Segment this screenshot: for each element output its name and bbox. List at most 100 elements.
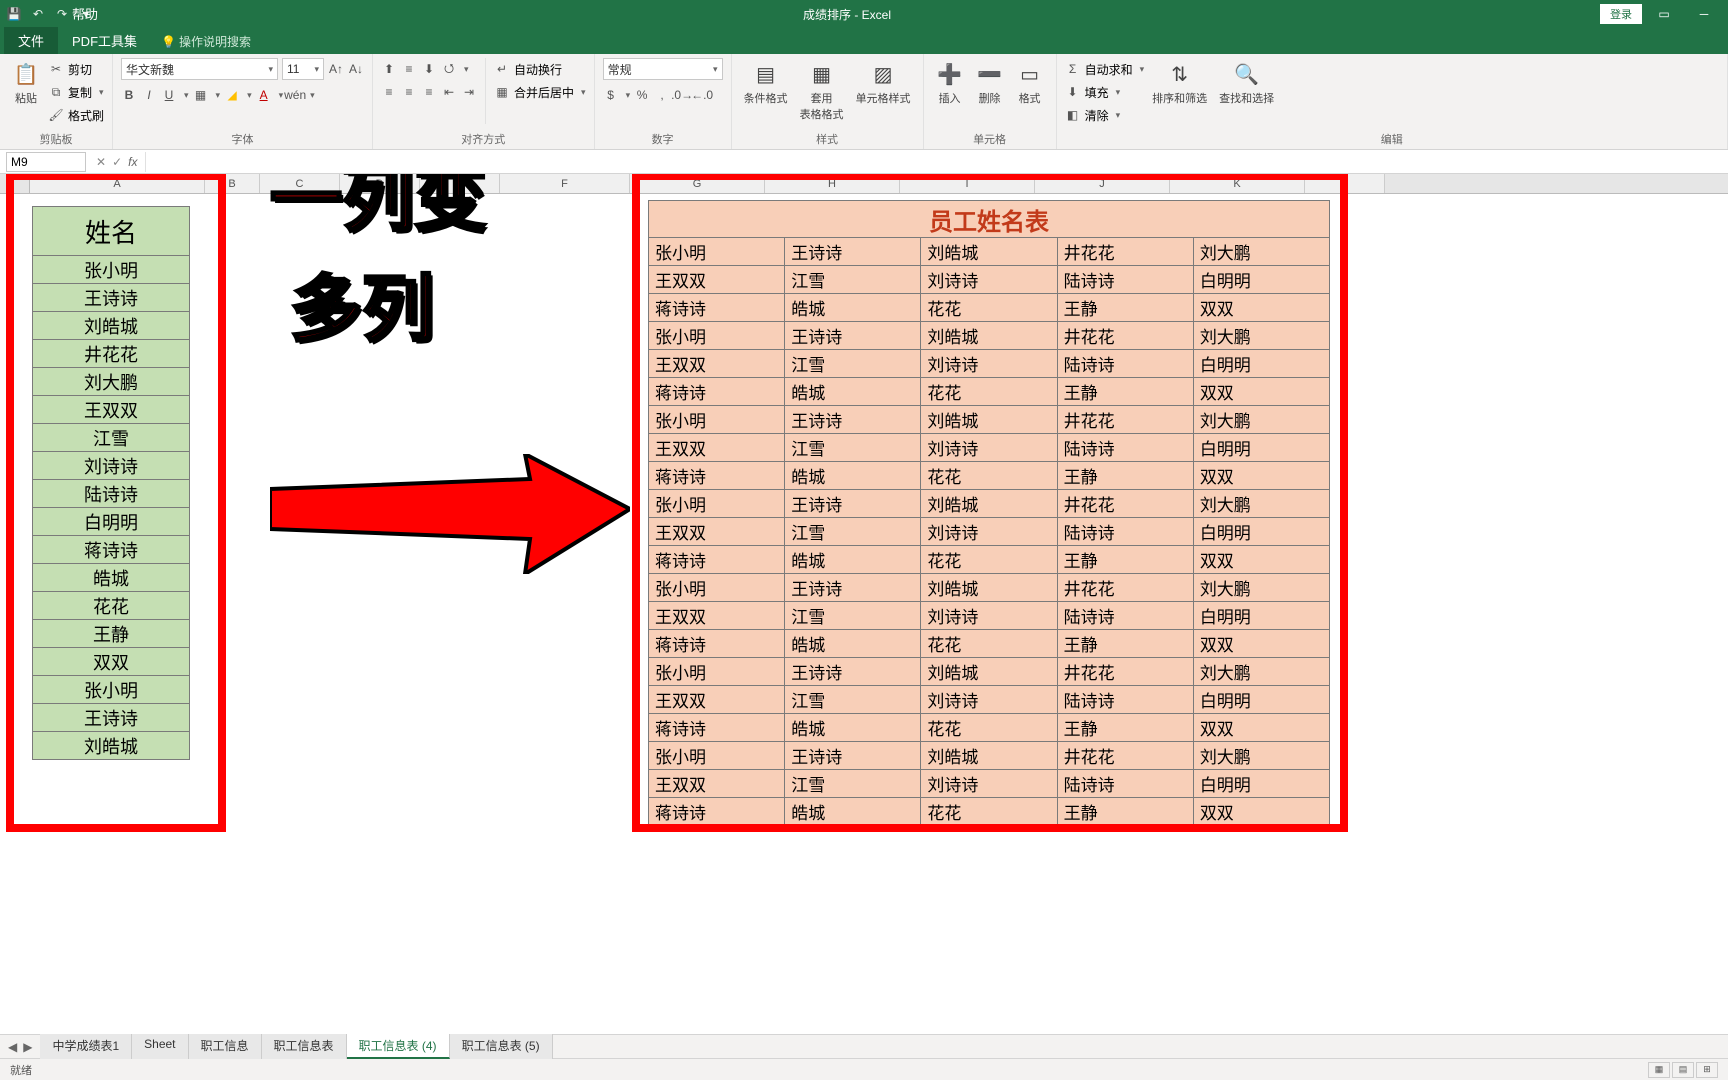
source-header[interactable]: 姓名 bbox=[32, 206, 190, 256]
result-cell[interactable]: 刘诗诗 bbox=[921, 602, 1057, 630]
format-cells-button[interactable]: ▭格式 bbox=[1012, 58, 1048, 108]
cell-styles-button[interactable]: ▨单元格样式 bbox=[852, 58, 915, 108]
result-cell[interactable]: 王诗诗 bbox=[785, 658, 921, 686]
result-cell[interactable]: 刘诗诗 bbox=[921, 686, 1057, 714]
delete-cells-button[interactable]: ➖删除 bbox=[972, 58, 1008, 108]
result-cell[interactable]: 刘大鹏 bbox=[1194, 658, 1330, 686]
result-cell[interactable]: 张小明 bbox=[648, 406, 785, 434]
inc-decimal-icon[interactable]: .0→ bbox=[674, 87, 690, 103]
result-cell[interactable]: 皓城 bbox=[785, 546, 921, 574]
result-cell[interactable]: 王静 bbox=[1058, 714, 1194, 742]
sheet-tab[interactable]: 职工信息表 (4) bbox=[347, 1034, 450, 1059]
result-cell[interactable]: 皓城 bbox=[785, 462, 921, 490]
select-all-corner[interactable] bbox=[0, 174, 30, 193]
result-cell[interactable]: 刘诗诗 bbox=[921, 518, 1057, 546]
result-cell[interactable]: 江雪 bbox=[785, 602, 921, 630]
result-cell[interactable]: 王双双 bbox=[648, 770, 785, 798]
result-cell[interactable]: 白明明 bbox=[1194, 434, 1330, 462]
result-cell[interactable]: 刘皓城 bbox=[921, 238, 1057, 266]
result-cell[interactable]: 花花 bbox=[921, 546, 1057, 574]
sheet-nav-prev-icon[interactable]: ◀ bbox=[8, 1040, 17, 1054]
increase-font-icon[interactable]: A↑ bbox=[328, 61, 344, 77]
result-cell[interactable]: 张小明 bbox=[648, 742, 785, 770]
result-cell[interactable]: 双双 bbox=[1194, 294, 1330, 322]
result-cell[interactable]: 陆诗诗 bbox=[1058, 770, 1194, 798]
result-cell[interactable]: 皓城 bbox=[785, 714, 921, 742]
result-cell[interactable]: 王诗诗 bbox=[785, 238, 921, 266]
result-cell[interactable]: 皓城 bbox=[785, 378, 921, 406]
cancel-icon[interactable]: ✕ bbox=[96, 155, 106, 169]
result-cell[interactable]: 刘皓城 bbox=[921, 406, 1057, 434]
result-cell[interactable]: 刘大鹏 bbox=[1194, 490, 1330, 518]
font-size-combo[interactable]: 11▾ bbox=[282, 58, 324, 80]
merge-center-button[interactable]: ▦合并后居中▾ bbox=[494, 81, 586, 103]
ribbon-display-icon[interactable]: ▭ bbox=[1646, 0, 1682, 28]
col-header-I[interactable]: I bbox=[900, 174, 1035, 193]
insert-cells-button[interactable]: ➕插入 bbox=[932, 58, 968, 108]
col-header-A[interactable]: A bbox=[30, 174, 205, 193]
orientation-icon[interactable]: ⭯ bbox=[441, 61, 457, 77]
align-top-icon[interactable]: ⬆ bbox=[381, 61, 397, 77]
result-cell[interactable]: 双双 bbox=[1194, 630, 1330, 658]
autosum-button[interactable]: Σ自动求和▾ bbox=[1065, 58, 1145, 80]
copy-button[interactable]: ⧉复制▾ bbox=[48, 81, 104, 103]
fill-button[interactable]: ⬇填充▾ bbox=[1065, 81, 1145, 103]
result-cell[interactable]: 花花 bbox=[921, 462, 1057, 490]
font-color-icon[interactable]: A bbox=[256, 87, 272, 103]
result-cell[interactable]: 刘大鹏 bbox=[1194, 238, 1330, 266]
paste-button[interactable]: 📋 粘贴 bbox=[8, 58, 44, 108]
phonetic-icon[interactable]: wén bbox=[287, 87, 303, 103]
align-center-icon[interactable]: ≡ bbox=[401, 84, 417, 100]
result-cell[interactable]: 井花花 bbox=[1058, 238, 1194, 266]
result-cell[interactable]: 江雪 bbox=[785, 266, 921, 294]
result-cell[interactable]: 皓城 bbox=[785, 294, 921, 322]
tab-PDF工具集[interactable]: PDF工具集 bbox=[60, 27, 149, 54]
result-cell[interactable]: 王静 bbox=[1058, 798, 1194, 826]
col-header-L[interactable]: L bbox=[1305, 174, 1385, 193]
result-cell[interactable]: 白明明 bbox=[1194, 686, 1330, 714]
result-cell[interactable]: 陆诗诗 bbox=[1058, 602, 1194, 630]
result-cell[interactable]: 王静 bbox=[1058, 294, 1194, 322]
format-as-table-button[interactable]: ▦套用 表格格式 bbox=[796, 58, 848, 124]
source-cell[interactable]: 张小明 bbox=[32, 256, 190, 284]
cut-button[interactable]: ✂剪切 bbox=[48, 58, 104, 80]
source-cell[interactable]: 刘皓城 bbox=[32, 312, 190, 340]
qat-more-icon[interactable]: ▾ bbox=[78, 6, 94, 22]
tell-me-search[interactable]: 💡 操作说明搜索 bbox=[149, 29, 263, 54]
sheet-tab[interactable]: Sheet bbox=[132, 1034, 188, 1059]
result-cell[interactable]: 双双 bbox=[1194, 546, 1330, 574]
result-cell[interactable]: 刘皓城 bbox=[921, 742, 1057, 770]
result-cell[interactable]: 王诗诗 bbox=[785, 322, 921, 350]
sheet-tab[interactable]: 职工信息 bbox=[189, 1034, 262, 1059]
result-cell[interactable]: 皓城 bbox=[785, 798, 921, 826]
sheet-tab[interactable]: 职工信息表 (5) bbox=[450, 1034, 553, 1059]
view-normal-icon[interactable]: ▦ bbox=[1648, 1062, 1670, 1078]
result-cell[interactable]: 蒋诗诗 bbox=[648, 714, 785, 742]
result-cell[interactable]: 刘大鹏 bbox=[1194, 322, 1330, 350]
result-cell[interactable]: 刘大鹏 bbox=[1194, 574, 1330, 602]
result-cell[interactable]: 江雪 bbox=[785, 686, 921, 714]
result-cell[interactable]: 花花 bbox=[921, 714, 1057, 742]
result-cell[interactable]: 江雪 bbox=[785, 434, 921, 462]
conditional-format-button[interactable]: ▤条件格式 bbox=[740, 58, 792, 108]
result-cell[interactable]: 井花花 bbox=[1058, 406, 1194, 434]
result-cell[interactable]: 井花花 bbox=[1058, 658, 1194, 686]
source-cell[interactable]: 王诗诗 bbox=[32, 284, 190, 312]
source-cell[interactable]: 刘大鹏 bbox=[32, 368, 190, 396]
clear-button[interactable]: ◧清除▾ bbox=[1065, 104, 1145, 126]
file-tab[interactable]: 文件 bbox=[4, 27, 58, 54]
result-cell[interactable]: 白明明 bbox=[1194, 602, 1330, 630]
source-cell[interactable]: 王静 bbox=[32, 620, 190, 648]
enter-icon[interactable]: ✓ bbox=[112, 155, 122, 169]
result-cell[interactable]: 刘诗诗 bbox=[921, 434, 1057, 462]
source-cell[interactable]: 陆诗诗 bbox=[32, 480, 190, 508]
result-cell[interactable]: 双双 bbox=[1194, 714, 1330, 742]
result-cell[interactable]: 王双双 bbox=[648, 518, 785, 546]
source-cell[interactable]: 王双双 bbox=[32, 396, 190, 424]
result-cell[interactable]: 井花花 bbox=[1058, 574, 1194, 602]
result-cell[interactable]: 花花 bbox=[921, 630, 1057, 658]
sheet-tab[interactable]: 中学成绩表1 bbox=[40, 1034, 132, 1059]
bold-button[interactable]: B bbox=[121, 87, 137, 103]
result-cell[interactable]: 皓城 bbox=[785, 630, 921, 658]
source-cell[interactable]: 王诗诗 bbox=[32, 704, 190, 732]
